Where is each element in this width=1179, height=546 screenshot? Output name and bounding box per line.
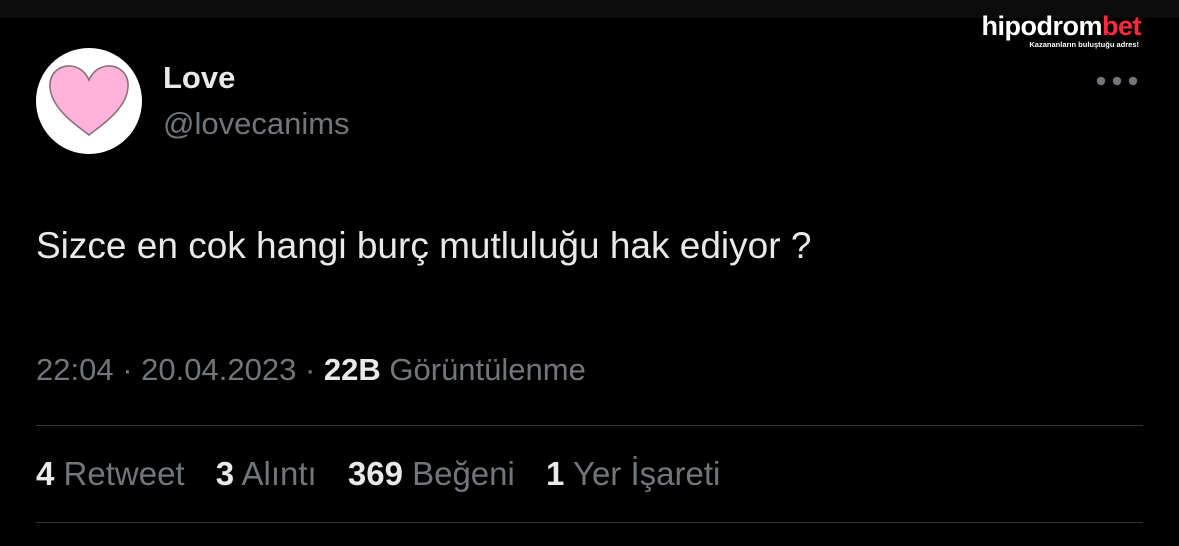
more-options-button[interactable] bbox=[1094, 70, 1140, 92]
stat-count: 4 bbox=[36, 455, 55, 492]
watermark-brand-accent: bet bbox=[1102, 11, 1142, 41]
quotes-stat[interactable]: 3 Alıntı bbox=[216, 455, 317, 493]
tweet-meta: 22:04 · 20.04.2023 · 22B Görüntülenme bbox=[36, 352, 586, 388]
meta-separator: · bbox=[304, 352, 316, 387]
bookmarks-stat[interactable]: 1 Yer İşareti bbox=[546, 455, 720, 493]
watermark-logo: hipodrombet bbox=[981, 11, 1142, 41]
tweet-time[interactable]: 22:04 bbox=[36, 352, 114, 387]
more-options-icon bbox=[1096, 76, 1138, 86]
tweet-date[interactable]: 20.04.2023 bbox=[141, 352, 296, 387]
stat-count: 1 bbox=[546, 455, 565, 492]
divider bbox=[36, 522, 1143, 523]
meta-separator: · bbox=[122, 352, 133, 387]
pink-heart-icon bbox=[49, 65, 129, 137]
stat-label: Beğeni bbox=[412, 455, 515, 492]
stat-count: 369 bbox=[347, 455, 403, 492]
likes-stat[interactable]: 369 Beğeni bbox=[348, 455, 515, 493]
stat-label: Yer İşareti bbox=[572, 455, 721, 492]
retweets-stat[interactable]: 4 Retweet bbox=[36, 455, 185, 493]
watermark-tagline: Kazananların buluştuğu adres! bbox=[1029, 40, 1139, 49]
author-handle[interactable]: @lovecanims bbox=[163, 106, 350, 142]
tweet-text: Sizce en cok hangi burç mutluluğu hak ed… bbox=[36, 225, 812, 266]
brand-watermark: hipodrombet Kazananların buluştuğu adres… bbox=[981, 11, 1142, 49]
watermark-brand-main: hipodrom bbox=[981, 11, 1103, 41]
author-display-name[interactable]: Love bbox=[163, 60, 235, 96]
engagement-stats: 4 Retweet 3 Alıntı 369 Beğeni 1 Yer İşar… bbox=[36, 455, 742, 493]
avatar[interactable] bbox=[36, 48, 142, 154]
stat-count: 3 bbox=[215, 455, 235, 492]
views-label: Görüntülenme bbox=[389, 352, 586, 387]
stat-label: Alıntı bbox=[241, 455, 317, 492]
views-count: 22B bbox=[323, 352, 381, 387]
divider bbox=[36, 425, 1143, 426]
stat-label: Retweet bbox=[63, 455, 185, 492]
